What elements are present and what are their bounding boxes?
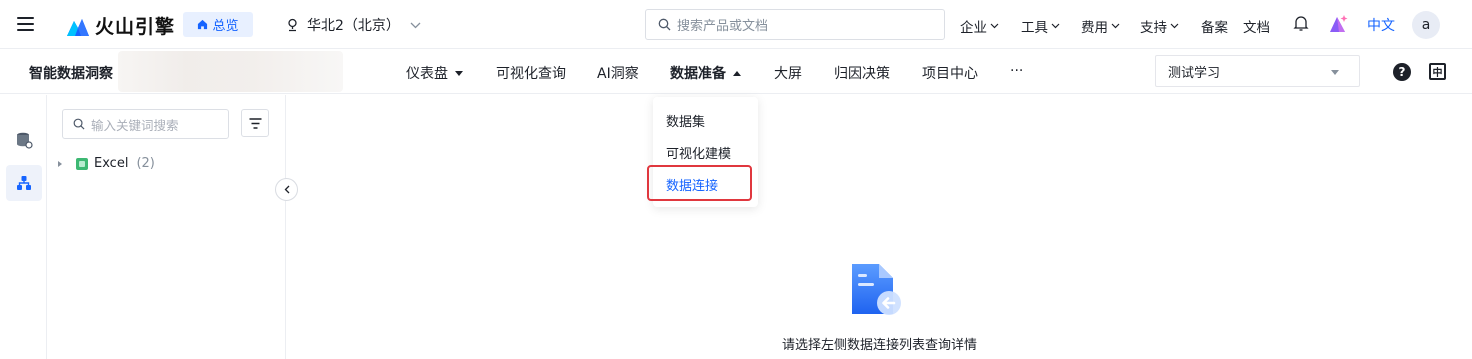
tree-search-input[interactable]: 输入关键词搜索: [62, 109, 229, 139]
caret-down-icon: [1331, 70, 1339, 75]
search-placeholder: 搜索产品或文档: [677, 19, 769, 34]
chevron-down-icon: [1111, 23, 1120, 29]
nav-support[interactable]: 支持: [1140, 16, 1179, 36]
nav-tools-label: 工具: [1021, 20, 1048, 36]
menu-more[interactable]: ···: [1010, 63, 1023, 79]
menu-visual-query[interactable]: 可视化查询: [496, 63, 566, 83]
overview-button[interactable]: 总览: [183, 12, 253, 37]
data-prep-dropdown: 数据集 可视化建模 数据连接: [647, 97, 758, 207]
left-rail: [0, 95, 47, 359]
menu-data-prep[interactable]: 数据准备: [670, 63, 741, 83]
tree-item-excel[interactable]: Excel (2): [58, 156, 155, 171]
project-select[interactable]: 测试学习: [1155, 55, 1360, 87]
avatar[interactable]: a: [1412, 11, 1440, 39]
rail-dataset-button[interactable]: [6, 122, 42, 158]
connection-tree-panel: 输入关键词搜索 Excel (2): [47, 95, 286, 359]
ai-assistant-icon[interactable]: [1329, 14, 1349, 33]
empty-state-text: 请选择左侧数据连接列表查询详情: [782, 338, 978, 353]
dropdown-item-dataset[interactable]: 数据集: [666, 111, 705, 130]
top-bar: 火山引擎 总览 华北2（北京） 搜索产品或文档 企业 工具 费用 支持 备案 文…: [0, 0, 1472, 49]
filter-icon: [249, 117, 261, 129]
menu-icon[interactable]: [17, 17, 34, 31]
tree-item-label: Excel: [94, 156, 129, 171]
document-link-icon: [852, 264, 901, 315]
nav-billing[interactable]: 费用: [1081, 16, 1120, 36]
excel-icon: [76, 157, 88, 170]
logo-text: 火山引擎: [95, 16, 176, 38]
help-icon[interactable]: ?: [1393, 63, 1411, 81]
chevron-down-icon: [410, 22, 421, 28]
product-title: 智能数据洞察: [29, 66, 113, 82]
caret-down-icon: [455, 70, 463, 76]
dropdown-item-visual-modeling[interactable]: 可视化建模: [666, 143, 731, 162]
chevron-down-icon: [1170, 23, 1179, 29]
nav-docs[interactable]: 文档: [1243, 16, 1270, 36]
nav-billing-label: 费用: [1081, 20, 1108, 36]
tree-item-count: (2): [136, 156, 155, 171]
caret-up-icon: [733, 70, 741, 76]
menu-ai-insight[interactable]: AI洞察: [597, 63, 639, 83]
chevron-down-icon: [990, 23, 999, 29]
search-icon: [73, 118, 85, 130]
nav-filing[interactable]: 备案: [1201, 16, 1228, 36]
chevron-left-icon: [284, 185, 289, 194]
rail-connection-button[interactable]: [6, 165, 42, 201]
volcano-logo-icon: [67, 18, 89, 36]
tree-search-placeholder: 输入关键词搜索: [91, 117, 179, 133]
bell-icon[interactable]: [1293, 15, 1309, 32]
region-selector[interactable]: 华北2（北京）: [287, 15, 421, 35]
overview-label: 总览: [212, 19, 239, 34]
menu-attribution[interactable]: 归因决策: [834, 63, 890, 83]
menu-project-center[interactable]: 项目中心: [922, 63, 978, 83]
location-pin-icon: [288, 18, 297, 32]
nav-tools[interactable]: 工具: [1021, 16, 1060, 36]
nav-support-label: 支持: [1140, 20, 1167, 36]
connection-tree-icon: [17, 176, 31, 190]
region-label: 华北2（北京）: [307, 18, 400, 34]
language-switch[interactable]: 中文: [1367, 15, 1395, 35]
chevron-down-icon: [1051, 23, 1060, 29]
database-icon: [17, 132, 33, 149]
nav-enterprise-label: 企业: [960, 20, 987, 36]
fullscreen-icon[interactable]: 中: [1429, 63, 1446, 80]
menu-data-prep-label: 数据准备: [670, 66, 726, 82]
logo[interactable]: 火山引擎: [66, 12, 175, 39]
filter-button[interactable]: [241, 109, 269, 137]
redacted-area: [118, 51, 343, 92]
highlight-box: [647, 165, 752, 201]
collapse-panel-button[interactable]: [275, 178, 298, 201]
menu-big-screen[interactable]: 大屏: [774, 63, 802, 83]
expand-arrow-icon[interactable]: [58, 160, 62, 167]
home-icon: [198, 19, 208, 30]
search-icon: [658, 18, 671, 31]
nav-enterprise[interactable]: 企业: [960, 16, 999, 36]
global-search-input[interactable]: 搜索产品或文档: [645, 9, 945, 40]
menu-dashboard[interactable]: 仪表盘: [406, 63, 463, 83]
product-nav-bar: 智能数据洞察 仪表盘 可视化查询 AI洞察 数据准备 大屏 归因决策 项目中心 …: [0, 49, 1472, 94]
menu-dashboard-label: 仪表盘: [406, 66, 448, 82]
project-select-value: 测试学习: [1168, 65, 1221, 81]
